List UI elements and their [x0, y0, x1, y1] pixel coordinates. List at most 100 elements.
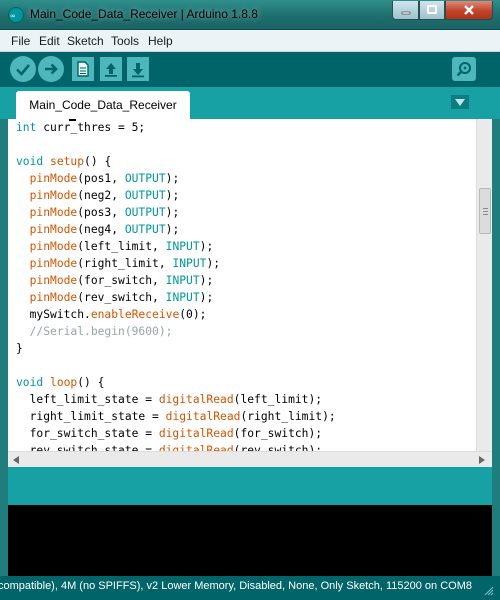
code-token: );	[199, 274, 214, 287]
code-line[interactable]: pinMode(neg4, OUTPUT);	[8, 221, 476, 238]
console-output[interactable]	[8, 505, 492, 576]
code-token: (left_limit,	[77, 240, 166, 253]
code-token: int	[16, 121, 37, 134]
code-line[interactable]: right_limit_state = digitalRead(right_li…	[8, 408, 476, 425]
code-token: curr_thres = 5;	[36, 121, 146, 134]
code-token: (pos1,	[77, 172, 125, 185]
arduino-logo-icon: ∞	[8, 7, 24, 23]
scroll-right-button[interactable]	[476, 454, 488, 466]
code-token: OUTPUT	[124, 223, 166, 236]
tab-menu-button[interactable]	[451, 95, 469, 109]
upload-button[interactable]	[38, 56, 64, 82]
save-button[interactable]	[127, 57, 149, 81]
code-token: );	[165, 189, 180, 202]
vertical-scrollbar-thumb[interactable]	[479, 188, 491, 234]
code-token: );	[199, 291, 214, 304]
code-token: }	[16, 342, 23, 355]
checkmark-icon	[16, 64, 30, 76]
code-token: pinMode	[29, 291, 78, 304]
code-line[interactable]: void loop() {	[8, 374, 476, 391]
code-token: () {	[84, 155, 112, 168]
code-token: rev_switch_state =	[16, 444, 159, 451]
tab-main-code-data-receiver[interactable]: Main_Code_Data_Receiver	[16, 91, 190, 119]
new-button[interactable]	[72, 57, 94, 81]
code-token: void	[16, 376, 44, 389]
minimize-button[interactable]	[392, 1, 419, 20]
code-token: left_limit_state =	[16, 393, 159, 406]
code-token: right_limit_state =	[16, 410, 166, 423]
code-token: OUTPUT	[124, 189, 166, 202]
code-token: pinMode	[29, 274, 78, 287]
code-line[interactable]: int curr_thres = 5;	[8, 119, 476, 136]
code-line[interactable]: mySwitch.enableReceive(0);	[8, 306, 476, 323]
code-token: digitalRead	[158, 393, 234, 406]
menu-edit[interactable]: Edit	[39, 34, 60, 48]
scroll-left-button[interactable]	[10, 454, 22, 466]
arrow-right-icon	[45, 63, 58, 75]
resize-grip-icon[interactable]	[484, 586, 494, 596]
code-line[interactable]: pinMode(rev_switch, INPUT);	[8, 289, 476, 306]
code-line[interactable]: pinMode(left_limit, INPUT);	[8, 238, 476, 255]
maximize-button[interactable]	[419, 1, 445, 20]
horizontal-scrollbar[interactable]	[8, 451, 492, 467]
code-line[interactable]: }	[8, 340, 476, 357]
window-title-bar[interactable]: ∞ Main_Code_Data_Receiver | Arduino 1.8.…	[0, 0, 500, 30]
code-line[interactable]: pinMode(pos1, OUTPUT);	[8, 170, 476, 187]
code-editor[interactable]: int curr_thres = 5; void setup() { pinMo…	[8, 119, 476, 451]
code-line[interactable]: pinMode(right_limit, INPUT);	[8, 255, 476, 272]
code-token: pinMode	[29, 223, 78, 236]
vertical-scrollbar[interactable]	[476, 119, 492, 451]
code-token: (0);	[179, 308, 207, 321]
window-title: Main_Code_Data_Receiver | Arduino 1.8.8	[30, 7, 258, 21]
code-token: void	[16, 155, 44, 168]
code-token: (right_limit);	[240, 410, 336, 423]
code-token: );	[165, 172, 180, 185]
code-token: (neg4,	[77, 223, 125, 236]
arrow-right-small-icon	[479, 456, 485, 464]
menu-file[interactable]: File	[11, 34, 30, 48]
board-info-text: t compatible), 4M (no SPIFFS), v2 Lower …	[0, 580, 472, 592]
magnifier-icon	[456, 62, 471, 77]
arrow-up-icon	[105, 63, 117, 77]
code-line[interactable]: pinMode(for_switch, INPUT);	[8, 272, 476, 289]
code-line[interactable]: pinMode(neg2, OUTPUT);	[8, 187, 476, 204]
code-token: OUTPUT	[124, 206, 166, 219]
menu-sketch[interactable]: Sketch	[67, 34, 104, 48]
code-line[interactable]: rev_switch_state = digitalRead(rev_switc…	[8, 442, 476, 451]
code-token: (left_limit);	[233, 393, 323, 406]
code-token: (right_limit,	[77, 257, 173, 270]
code-token: pinMode	[29, 206, 78, 219]
menu-tools[interactable]: Tools	[111, 34, 139, 48]
serial-monitor-button[interactable]	[452, 57, 476, 81]
code-token: //Serial.begin(9600);	[29, 325, 173, 338]
code-token: (rev_switch,	[77, 291, 166, 304]
menu-help[interactable]: Help	[148, 34, 173, 48]
verify-button[interactable]	[10, 56, 36, 82]
code-token: INPUT	[165, 274, 200, 287]
code-token: (pos3,	[77, 206, 125, 219]
open-button[interactable]	[100, 57, 122, 81]
code-line[interactable]: for_switch_state = digitalRead(for_switc…	[8, 425, 476, 442]
code-token: mySwitch.	[16, 308, 91, 321]
code-token: INPUT	[165, 240, 200, 253]
code-line[interactable]: void setup() {	[8, 153, 476, 170]
code-line[interactable]: //Serial.begin(9600);	[8, 323, 476, 340]
code-token: pinMode	[29, 257, 78, 270]
close-button[interactable]	[445, 1, 493, 20]
code-line[interactable]: pinMode(pos3, OUTPUT);	[8, 204, 476, 221]
code-line[interactable]: left_limit_state = digitalRead(left_limi…	[8, 391, 476, 408]
code-token: digitalRead	[165, 410, 241, 423]
svg-text:∞: ∞	[10, 12, 16, 20]
code-token: for_switch_state =	[16, 427, 159, 440]
arrow-down-icon	[132, 63, 144, 78]
code-line[interactable]	[8, 357, 476, 374]
code-line[interactable]	[8, 136, 476, 153]
